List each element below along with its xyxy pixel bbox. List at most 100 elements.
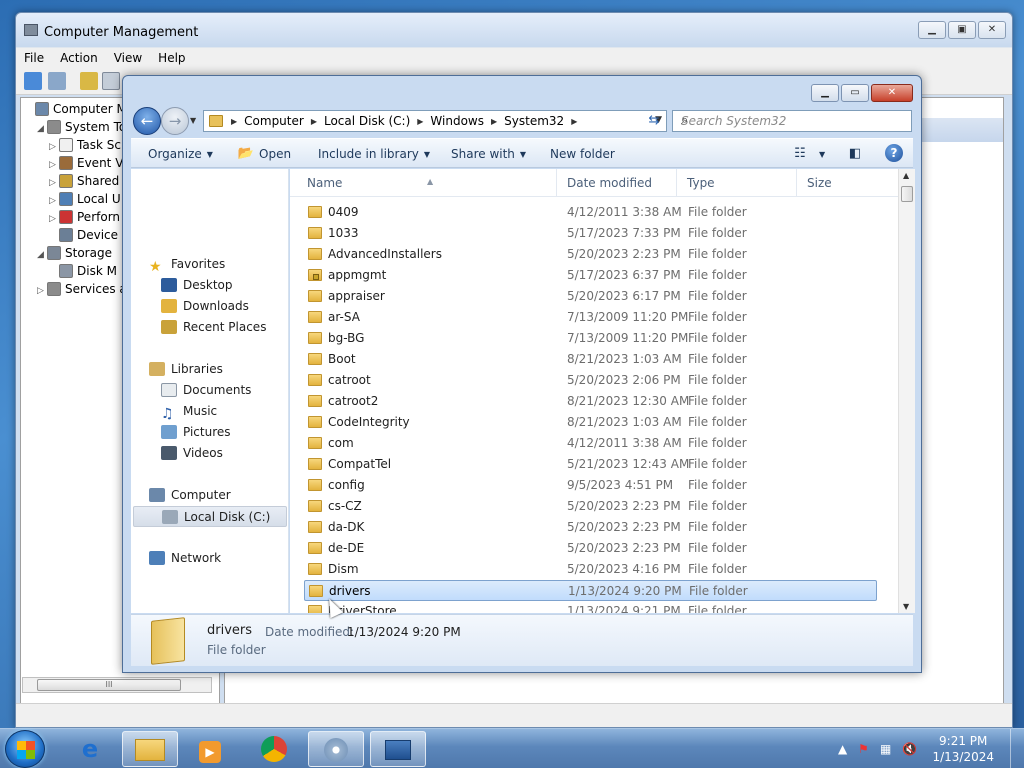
internet-explorer-icon[interactable]: e <box>62 731 118 767</box>
tree-expander-icon[interactable]: ◢ <box>37 120 47 138</box>
nav-recent-places[interactable]: Recent Places <box>161 317 266 338</box>
file-row[interactable]: com 4/12/2011 3:38 AM File folder <box>304 433 877 454</box>
file-row[interactable]: catroot2 8/21/2023 12:30 AM File folder <box>304 391 877 412</box>
file-row[interactable]: CodeIntegrity 8/21/2023 1:03 AM File folde… <box>304 412 877 433</box>
scroll-up-icon[interactable]: ▲ <box>903 171 909 180</box>
file-row[interactable]: de-DE 5/20/2023 2:23 PM File folder <box>304 538 877 559</box>
computer-management-taskbar-button[interactable] <box>370 731 426 767</box>
recent-pages-chevron-icon[interactable]: ▼ <box>190 116 196 125</box>
cm-maximize-button[interactable]: ▣ <box>948 21 976 39</box>
explorer-close-button[interactable]: ✕ <box>871 84 913 102</box>
file-row[interactable]: config 9/5/2023 4:51 PM File folder <box>304 475 877 496</box>
nav-documents[interactable]: Documents <box>161 380 251 401</box>
media-player-icon[interactable]: ▶ <box>182 731 238 767</box>
include-in-library-button[interactable]: Include in library ▼ <box>318 147 430 161</box>
back-arrow-icon[interactable] <box>24 72 42 90</box>
file-row[interactable]: 1033 5/17/2023 7:33 PM File folder <box>304 223 877 244</box>
file-row[interactable]: 0409 4/12/2011 3:38 AM File folder <box>304 202 877 223</box>
tree-item[interactable]: ◢ Storage <box>37 244 112 262</box>
refresh-icon[interactable]: ⇆ <box>643 110 665 132</box>
file-row[interactable]: CompatTel 5/21/2023 12:43 AM File folder <box>304 454 877 475</box>
explorer-maximize-button[interactable]: ▭ <box>841 84 869 102</box>
console-tree-icon[interactable] <box>102 72 120 90</box>
file-row[interactable]: da-DK 5/20/2023 2:23 PM File folder <box>304 517 877 538</box>
cm-titlebar[interactable]: Computer Management ▁ ▣ ✕ <box>16 13 1012 47</box>
column-type[interactable]: Type <box>677 169 797 197</box>
file-row[interactable]: cs-CZ 5/20/2023 2:23 PM File folder <box>304 496 877 517</box>
menu-help[interactable]: Help <box>150 48 193 68</box>
menu-view[interactable]: View <box>106 48 150 68</box>
cm-minimize-button[interactable]: ▁ <box>918 21 946 39</box>
nav-network[interactable]: Network <box>149 548 221 569</box>
installer-taskbar-button[interactable] <box>308 731 364 767</box>
tree-item[interactable]: ▷ Task Sc <box>49 136 121 154</box>
forward-button[interactable]: → <box>161 107 189 135</box>
tree-item[interactable]: ▷ Event V <box>49 154 123 172</box>
scroll-down-icon[interactable]: ▼ <box>903 602 909 611</box>
preview-pane-icon[interactable]: ◧ <box>846 145 864 163</box>
nav-local-disk[interactable]: Local Disk (C:) <box>133 506 287 527</box>
tree-item[interactable]: ▷ Perforn <box>49 208 120 226</box>
tree-item[interactable]: Device <box>49 226 118 244</box>
chrome-icon[interactable] <box>246 731 302 767</box>
breadcrumb-system32[interactable]: System32 <box>504 114 564 128</box>
nav-pictures[interactable]: Pictures <box>161 422 231 443</box>
breadcrumb-chevron-icon[interactable]: ▶ <box>417 117 423 126</box>
file-row[interactable]: DriverStore 1/13/2024 9:21 PM File folder <box>304 601 877 613</box>
tree-expander-icon[interactable]: ◢ <box>37 246 47 264</box>
tree-item[interactable]: ▷ Shared <box>49 172 119 190</box>
up-folder-icon[interactable] <box>80 72 98 90</box>
file-row[interactable]: appmgmt 5/17/2023 6:37 PM File folder <box>304 265 877 286</box>
explorer-titlebar[interactable]: ▁ ▭ ✕ <box>123 76 921 106</box>
view-dropdown[interactable]: ▼ <box>814 147 825 161</box>
menu-file[interactable]: File <box>16 48 52 68</box>
menu-action[interactable]: Action <box>52 48 106 68</box>
cm-close-button[interactable]: ✕ <box>978 21 1006 39</box>
start-button[interactable] <box>5 730 45 768</box>
tree-item[interactable]: Disk M <box>49 262 117 280</box>
cm-tree-hscroll[interactable]: III <box>22 677 212 693</box>
search-box[interactable]: Search System32 ⌕ <box>672 110 912 132</box>
nav-downloads[interactable]: Downloads <box>161 296 249 317</box>
tree-expander-icon[interactable]: ▷ <box>37 282 47 300</box>
address-bar[interactable]: ▶ Computer ▶ Local Disk (C:) ▶ Windows ▶ System… <box>203 110 667 132</box>
breadcrumb-windows[interactable]: Windows <box>430 114 484 128</box>
cm-tree-hscroll-thumb[interactable]: III <box>37 679 181 691</box>
breadcrumb-chevron-icon[interactable]: ▶ <box>571 117 577 126</box>
breadcrumb-chevron-icon[interactable]: ▶ <box>311 117 317 126</box>
tree-item[interactable]: ▷ Local U <box>49 190 121 208</box>
file-list-vscroll[interactable]: ▲ ▼ <box>898 169 915 613</box>
explorer-minimize-button[interactable]: ▁ <box>811 84 839 102</box>
file-row[interactable]: ar-SA 7/13/2009 11:20 PM File folder <box>304 307 877 328</box>
new-folder-button[interactable]: New folder <box>550 147 615 161</box>
nav-favorites[interactable]: ★ Favorites <box>149 254 225 275</box>
network-status-icon[interactable]: ▦ <box>880 742 891 756</box>
scroll-thumb[interactable] <box>901 186 913 202</box>
column-size[interactable]: Size <box>797 169 899 197</box>
column-date-modified[interactable]: Date modified <box>557 169 677 197</box>
file-row[interactable]: drivers 1/13/2024 9:20 PM File folder <box>304 580 877 601</box>
show-desktop-button[interactable] <box>1010 729 1024 768</box>
file-row[interactable]: Dism 5/20/2023 4:16 PM File folder <box>304 559 877 580</box>
column-name[interactable]: Name ▲ <box>290 169 557 197</box>
forward-arrow-icon[interactable] <box>48 72 66 90</box>
organize-button[interactable]: Organize ▼ <box>148 147 213 161</box>
view-options-icon[interactable]: ☷ <box>791 145 809 163</box>
nav-music[interactable]: ♫ Music <box>161 401 217 422</box>
nav-videos[interactable]: Videos <box>161 443 223 464</box>
file-row[interactable]: catroot 5/20/2023 2:06 PM File folder <box>304 370 877 391</box>
nav-libraries[interactable]: Libraries <box>149 359 223 380</box>
file-row[interactable]: Boot 8/21/2023 1:03 AM File folder <box>304 349 877 370</box>
file-row[interactable]: bg-BG 7/13/2009 11:20 PM File folder <box>304 328 877 349</box>
file-row[interactable]: appraiser 5/20/2023 6:17 PM File folder <box>304 286 877 307</box>
tree-item[interactable]: Computer Ma <box>25 100 134 118</box>
share-with-button[interactable]: Share with ▼ <box>451 147 526 161</box>
breadcrumb-chevron-icon[interactable]: ▶ <box>491 117 497 126</box>
help-icon[interactable]: ? <box>885 144 903 162</box>
tree-item[interactable]: ▷ Services ar <box>37 280 132 298</box>
volume-muted-icon[interactable]: 🔇 <box>902 742 917 756</box>
open-button[interactable]: Open <box>259 147 291 161</box>
action-center-flag-icon[interactable]: ⚑ <box>858 742 869 756</box>
breadcrumb-computer[interactable]: Computer <box>244 114 304 128</box>
search-icon[interactable]: ⌕ <box>681 113 907 128</box>
